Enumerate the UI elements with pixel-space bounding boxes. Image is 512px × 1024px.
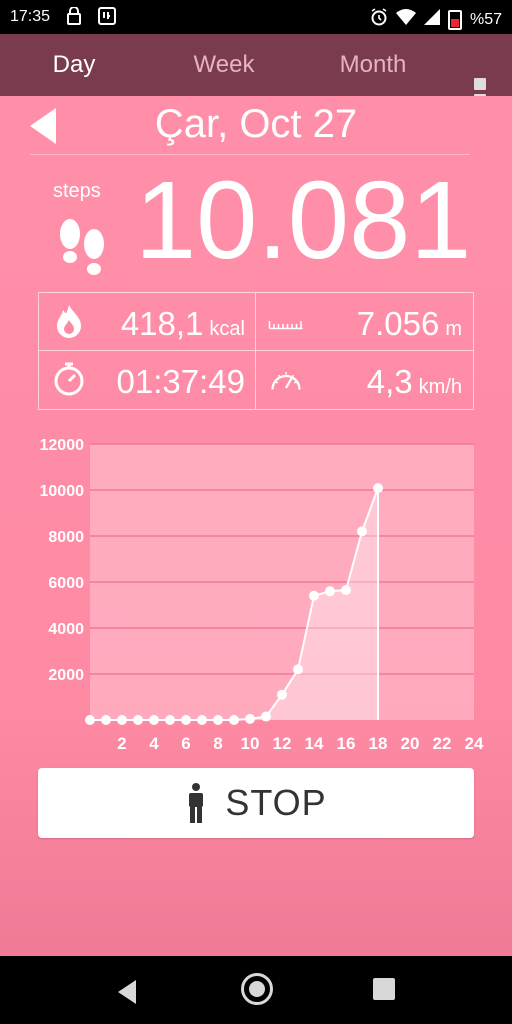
steps-count: 10.081 (135, 159, 472, 282)
navigation-bar (0, 956, 512, 1024)
chart-data-point (325, 586, 335, 597)
chart-data-point (309, 590, 319, 601)
chart-x-tick-label: 4 (149, 734, 159, 753)
speed-cell: 4,3 km/h (256, 351, 472, 408)
chart-x-tick-label: 24 (465, 734, 484, 753)
chart-x-tick-label: 14 (305, 734, 324, 753)
chart-x-tick-label: 16 (337, 734, 356, 753)
alarm-icon (370, 8, 388, 31)
day-panel: Çar, Oct 27 steps 10.081 418,1 kcal 7.056… (0, 96, 512, 956)
lock-icon (66, 6, 82, 30)
steps-chart: 200040006000800010000120002 4 6 8 10 12 14 16 18… (40, 437, 484, 753)
app-notification-icon (97, 6, 117, 31)
nav-recents-icon[interactable] (373, 978, 395, 1000)
person-icon (189, 783, 204, 823)
chart-data-point (101, 715, 111, 725)
chart-data-point (149, 715, 159, 725)
tab-week[interactable]: Week (164, 34, 284, 96)
stopwatch-icon (54, 362, 84, 396)
chart-data-point (357, 526, 367, 537)
chart-x-tick-label: 6 (181, 734, 190, 753)
status-right: %57 (370, 8, 502, 31)
divider (30, 154, 470, 155)
footprints-icon (60, 219, 104, 275)
chart-x-tick-label: 2 (117, 734, 126, 753)
chart-x-tick-label: 18 (369, 734, 388, 753)
chart-data-point (245, 713, 255, 724)
duration-value: 01:37:49 (116, 363, 245, 400)
stats-grid: 418,1 kcal 7.056 m 01:37:49 4,3 km/h (38, 292, 474, 410)
chart-x-tick-label: 20 (401, 734, 420, 753)
chart-data-point (165, 715, 175, 725)
chart-data-point (277, 689, 287, 700)
distance-unit: m (445, 318, 462, 340)
chart-y-tick-label: 6000 (48, 575, 84, 592)
chart-y-tick-label: 8000 (48, 529, 84, 546)
chart-data-point (197, 715, 207, 725)
chart-data-point (373, 483, 383, 494)
chart-x-tick-label: 10 (241, 734, 260, 753)
calories-cell: 418,1 kcal (39, 293, 255, 350)
flame-icon (57, 305, 81, 338)
calories-value: 418,1 (120, 305, 204, 342)
nav-home-icon[interactable] (241, 973, 273, 1005)
battery-icon (447, 9, 462, 30)
speedometer-icon (271, 372, 301, 390)
chart-x-tick-label: 8 (213, 734, 222, 753)
date-title: Çar, Oct 27 (154, 102, 358, 146)
tab-bar: Day Week Month (0, 34, 512, 130)
calories-unit: kcal (209, 318, 245, 340)
chart-data-point (261, 711, 271, 722)
nav-back-icon[interactable] (118, 980, 136, 1004)
stop-button-label: STOP (225, 782, 327, 823)
chart-y-tick-label: 12000 (40, 437, 85, 454)
tab-day[interactable]: Day (14, 34, 134, 96)
chart-x-tick-label: 12 (273, 734, 292, 753)
speed-value: 4,3 (366, 363, 413, 400)
chart-x-tick-label: 22 (433, 734, 452, 753)
chart-y-tick-label: 2000 (48, 667, 84, 684)
chart-data-point (85, 715, 95, 725)
distance-value: 7.056 (356, 305, 440, 342)
duration-cell: 01:37:49 (39, 351, 255, 408)
battery-percent: %57 (469, 10, 502, 28)
chart-data-point (133, 715, 143, 725)
distance-cell: 7.056 m (256, 293, 472, 350)
signal-icon (423, 9, 440, 30)
chart-data-point (229, 715, 239, 725)
chart-y-tick-label: 4000 (48, 621, 84, 638)
status-time: 17:35 (10, 8, 51, 25)
status-bar: 17:35 %57 (0, 0, 512, 34)
tab-month[interactable]: Month (313, 34, 433, 96)
wifi-icon (395, 9, 416, 30)
steps-label: steps (53, 180, 101, 202)
stop-button[interactable]: STOP (38, 768, 474, 838)
chart-data-point (181, 715, 191, 725)
chart-data-point (117, 715, 127, 725)
ruler-icon (268, 321, 303, 330)
chart-data-point (293, 664, 303, 675)
chart-y-tick-label: 10000 (40, 483, 85, 500)
speed-unit: km/h (418, 376, 462, 398)
chart-data-point (213, 715, 223, 725)
chart-data-point (341, 585, 351, 596)
